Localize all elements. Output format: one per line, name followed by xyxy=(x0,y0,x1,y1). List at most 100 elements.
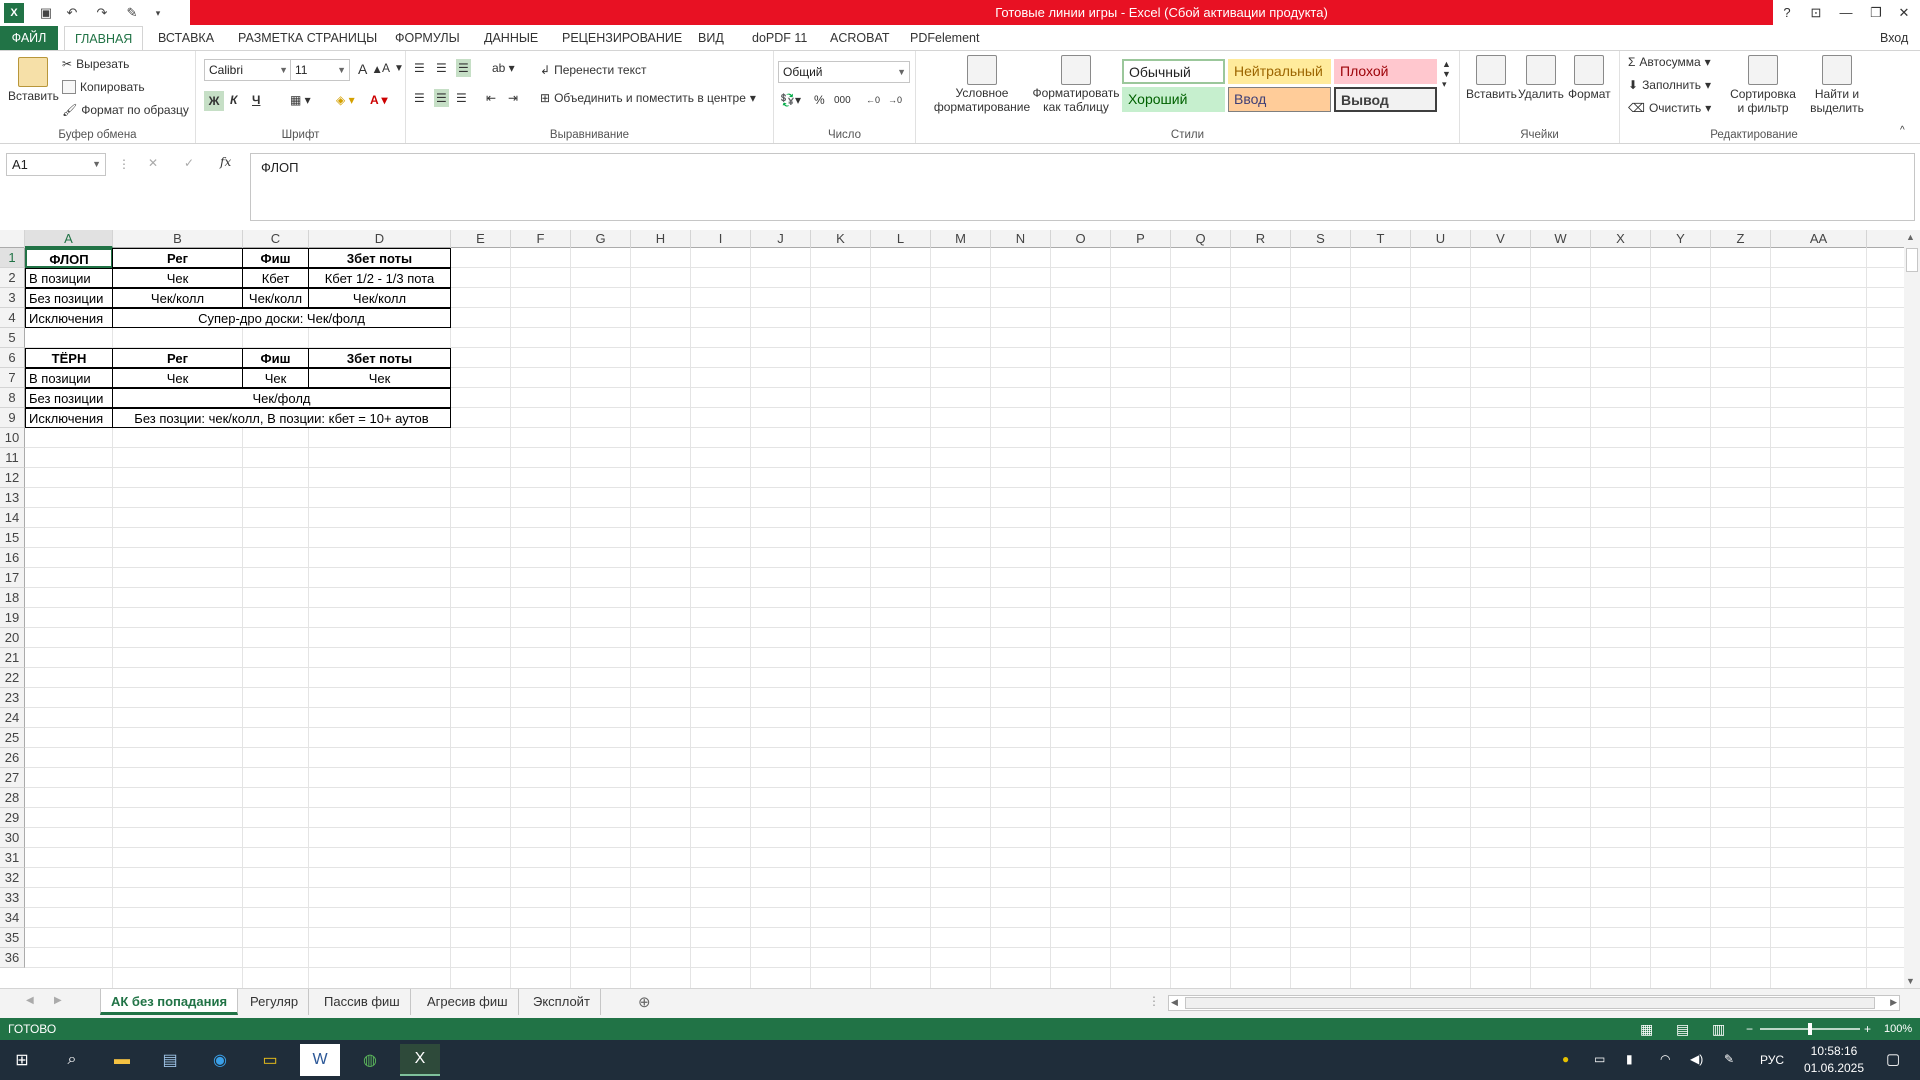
column-header[interactable]: M xyxy=(931,230,991,248)
format-as-table-button[interactable]: Форматировать как таблицу xyxy=(1028,55,1124,114)
cell-D1[interactable]: 3бет поты xyxy=(308,248,451,268)
cancel-icon[interactable]: ✕ xyxy=(148,156,158,170)
horizontal-scroll-thumb[interactable] xyxy=(1185,997,1875,1009)
name-box[interactable]: A1 ▼ xyxy=(6,153,106,176)
tray-app-icon[interactable]: ● xyxy=(1562,1052,1569,1066)
row-header[interactable]: 12 xyxy=(0,468,25,488)
row-header[interactable]: 34 xyxy=(0,908,25,928)
column-header[interactable]: E xyxy=(451,230,511,248)
align-center-icon[interactable]: ☰ xyxy=(434,89,449,107)
close-icon[interactable]: ✕ xyxy=(1890,0,1918,25)
sheet-tab-ak[interactable]: АК без попадания xyxy=(100,989,239,1015)
row-header[interactable]: 26 xyxy=(0,748,25,768)
collapse-ribbon-icon[interactable]: ^ xyxy=(1900,125,1905,136)
cell-D6[interactable]: 3бет поты xyxy=(308,348,451,368)
sheet-tab-aggressive-fish[interactable]: Агресив фиш xyxy=(417,989,519,1015)
row-header[interactable]: 7 xyxy=(0,368,25,388)
file-explorer-icon[interactable]: ▬ xyxy=(102,1044,142,1076)
copy-button[interactable]: Копировать xyxy=(62,80,145,94)
zoom-level[interactable]: 100% xyxy=(1884,1018,1912,1040)
word-icon[interactable]: W xyxy=(300,1044,340,1076)
cell-C6[interactable]: Фиш xyxy=(242,348,309,368)
search-icon[interactable]: ⌕ xyxy=(52,1044,92,1076)
pen-icon[interactable]: ✎ xyxy=(1724,1052,1734,1066)
styles-scroll-icon[interactable]: ▲ ▼ ▾ xyxy=(1442,59,1451,90)
thousands-button[interactable]: 000 xyxy=(834,95,851,106)
wrap-text-button[interactable]: ↲ Перенести текст xyxy=(540,63,646,77)
row-header[interactable]: 2 xyxy=(0,268,25,288)
style-input[interactable]: Ввод xyxy=(1228,87,1331,112)
cell-D7[interactable]: Чек xyxy=(308,368,451,388)
vertical-scrollbar[interactable]: ▲ ▼ xyxy=(1904,230,1920,988)
row-header[interactable]: 31 xyxy=(0,848,25,868)
column-header[interactable]: Q xyxy=(1171,230,1231,248)
row-header[interactable]: 35 xyxy=(0,928,25,948)
row-header[interactable]: 5 xyxy=(0,328,25,348)
row-header[interactable]: 30 xyxy=(0,828,25,848)
normal-view-icon[interactable]: ▦ xyxy=(1640,1018,1653,1040)
column-header[interactable]: F xyxy=(511,230,571,248)
align-left-icon[interactable]: ☰ xyxy=(414,91,425,105)
decrease-decimal-icon[interactable]: →0 xyxy=(888,95,902,105)
fill-button[interactable]: ⬇ Заполнить ▾ xyxy=(1628,78,1711,92)
select-all-corner[interactable] xyxy=(0,230,25,248)
column-header[interactable]: T xyxy=(1351,230,1411,248)
find-select-button[interactable]: Найти и выделить xyxy=(1802,55,1872,115)
cell-C1[interactable]: Фиш xyxy=(242,248,309,268)
cell-A8[interactable]: Без позиции xyxy=(25,388,113,408)
page-break-view-icon[interactable]: ▥ xyxy=(1712,1018,1725,1040)
row-header[interactable]: 13 xyxy=(0,488,25,508)
row-header[interactable]: 23 xyxy=(0,688,25,708)
scroll-down-icon[interactable]: ▼ xyxy=(1906,976,1915,986)
insert-cells-button[interactable]: Вставить xyxy=(1466,55,1517,101)
row-header[interactable]: 20 xyxy=(0,628,25,648)
tab-review[interactable]: РЕЦЕНЗИРОВАНИЕ xyxy=(552,26,692,50)
app-icon[interactable]: ▭ xyxy=(250,1044,290,1076)
edge-icon[interactable]: ◉ xyxy=(200,1044,240,1076)
column-header[interactable]: P xyxy=(1111,230,1171,248)
style-bad[interactable]: Плохой xyxy=(1334,59,1437,84)
tab-formulas[interactable]: ФОРМУЛЫ xyxy=(385,26,470,50)
formula-input[interactable]: ФЛОП xyxy=(250,153,1915,221)
align-bottom-icon[interactable]: ☰ xyxy=(456,59,471,77)
column-header[interactable]: A xyxy=(25,230,113,248)
row-header[interactable]: 25 xyxy=(0,728,25,748)
tab-data[interactable]: ДАННЫЕ xyxy=(474,26,548,50)
row-header[interactable]: 14 xyxy=(0,508,25,528)
cell-C2[interactable]: Кбет xyxy=(242,268,309,288)
cell-A1[interactable]: ФЛОП xyxy=(25,248,113,268)
row-header[interactable]: 16 xyxy=(0,548,25,568)
column-header[interactable]: L xyxy=(871,230,931,248)
row-header[interactable]: 8 xyxy=(0,388,25,408)
cell-B2[interactable]: Чек xyxy=(112,268,243,288)
column-header[interactable]: O xyxy=(1051,230,1111,248)
insert-function-button[interactable]: fx xyxy=(220,155,231,169)
cell-A4[interactable]: Исключения xyxy=(25,308,113,328)
style-normal[interactable]: Обычный xyxy=(1122,59,1225,84)
merge-center-button[interactable]: ⊞ Объединить и поместить в центре ▾ xyxy=(540,91,756,105)
scroll-up-icon[interactable]: ▲ xyxy=(1906,232,1915,242)
font-size-select[interactable]: 11 ▼ xyxy=(290,59,350,81)
italic-button[interactable]: К xyxy=(230,93,237,107)
horizontal-scrollbar[interactable]: ◀ ▶ xyxy=(1168,995,1900,1011)
cell-B3[interactable]: Чек/колл xyxy=(112,288,243,308)
conditional-formatting-button[interactable]: Условное форматирование xyxy=(934,55,1030,114)
delete-cells-button[interactable]: Удалить xyxy=(1518,55,1564,101)
sheet-tab-passive-fish[interactable]: Пассив фиш xyxy=(314,989,411,1015)
cell-B1[interactable]: Рег xyxy=(112,248,243,268)
sort-filter-button[interactable]: Сортировка и фильтр xyxy=(1728,55,1798,115)
help-button[interactable]: ? xyxy=(1773,0,1801,25)
row-header[interactable]: 28 xyxy=(0,788,25,808)
row-header[interactable]: 29 xyxy=(0,808,25,828)
row-header[interactable]: 27 xyxy=(0,768,25,788)
tab-dopdf[interactable]: doPDF 11 xyxy=(742,26,817,50)
column-header[interactable]: D xyxy=(309,230,451,248)
tab-file[interactable]: ФАЙЛ xyxy=(0,26,58,50)
format-painter-button[interactable]: 🖌 Формат по образцу xyxy=(62,103,189,117)
row-header[interactable]: 10 xyxy=(0,428,25,448)
add-sheet-icon[interactable]: ⊕ xyxy=(638,993,651,1011)
zoom-slider[interactable] xyxy=(1760,1023,1860,1035)
next-sheet-icon[interactable]: ▶ xyxy=(54,995,62,1006)
cell-A9[interactable]: Исключения xyxy=(25,408,113,428)
tab-home[interactable]: ГЛАВНАЯ xyxy=(64,26,144,50)
